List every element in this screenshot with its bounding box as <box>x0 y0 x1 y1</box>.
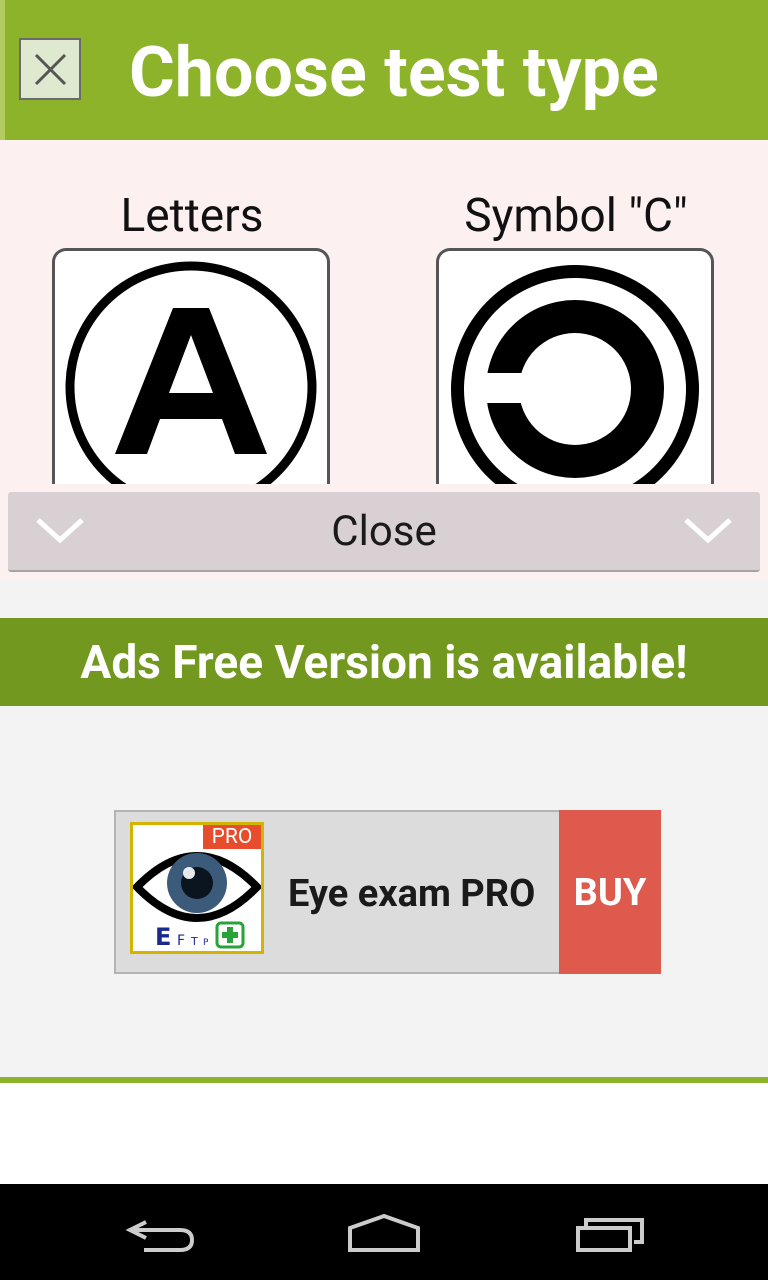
eye-exam-pro-app-icon: E F T P PRO <box>130 822 264 954</box>
recent-apps-button[interactable] <box>530 1184 690 1280</box>
svg-text:T: T <box>190 935 198 948</box>
option-letters-label: Letters <box>120 189 264 243</box>
app-header: Choose test type <box>0 0 768 140</box>
svg-text:F: F <box>177 933 185 949</box>
pro-badge: PRO <box>203 825 261 849</box>
ads-free-banner[interactable]: Ads Free Version is available! <box>0 618 768 706</box>
option-letters-button[interactable] <box>52 248 330 484</box>
bottom-space <box>0 1083 768 1184</box>
option-symbol-c-button[interactable] <box>436 248 714 484</box>
option-symbol-c-label: Symbol "C" <box>464 189 688 243</box>
pro-app-name: Eye exam PRO <box>288 872 536 916</box>
back-button[interactable] <box>80 1184 240 1280</box>
chevron-down-icon <box>684 518 732 544</box>
letter-a-icon <box>65 261 317 484</box>
spacer <box>0 580 768 618</box>
back-icon <box>125 1220 195 1252</box>
page-title: Choose test type <box>129 32 659 114</box>
system-navigation-bar <box>0 1184 768 1280</box>
buy-button[interactable]: BUY <box>559 810 661 974</box>
recent-apps-icon <box>576 1218 644 1252</box>
ads-free-text: Ads Free Version is available! <box>80 636 688 690</box>
home-button[interactable] <box>304 1184 464 1280</box>
close-x-button[interactable] <box>19 38 81 100</box>
close-x-icon <box>34 53 67 86</box>
landolt-c-icon <box>451 265 699 484</box>
svg-text:P: P <box>203 938 209 948</box>
app-icon-letters: E <box>155 923 171 951</box>
close-bar-button[interactable]: Close <box>8 492 760 572</box>
close-label: Close <box>331 507 437 556</box>
home-icon <box>348 1213 420 1252</box>
